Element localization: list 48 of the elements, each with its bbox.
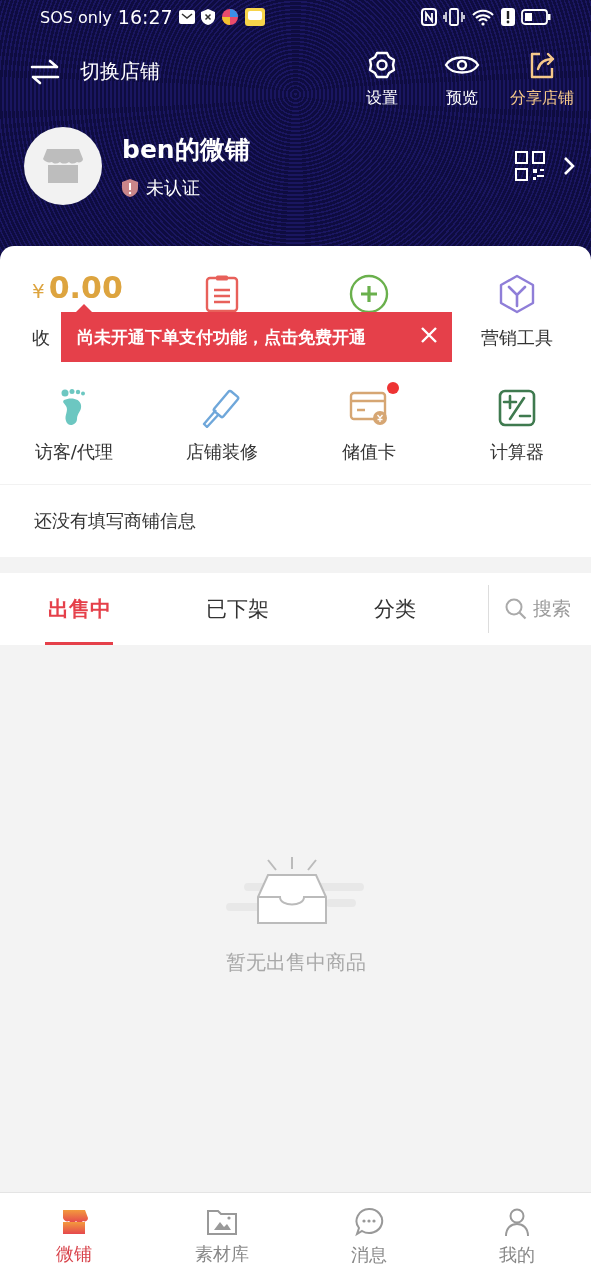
switch-arrows-icon xyxy=(30,58,60,85)
income-amount: ¥0.00 xyxy=(32,274,123,302)
header-action[interactable]: 预览 xyxy=(429,50,495,109)
tab[interactable]: 已下架 xyxy=(158,573,316,645)
search-icon xyxy=(505,598,527,620)
battery-icon xyxy=(521,9,551,25)
chevron-right-icon xyxy=(563,156,575,176)
tool-label: 收 xyxy=(32,326,50,350)
close-icon xyxy=(420,326,438,344)
cube-icon xyxy=(498,274,537,314)
app-icon xyxy=(220,8,239,26)
chat-bubble-icon xyxy=(354,1206,385,1237)
tool-label[interactable]: 店铺装修 xyxy=(185,440,258,464)
nav-tab[interactable]: 素材库 xyxy=(147,1193,296,1280)
store-name: ben的微铺 xyxy=(122,133,250,166)
nav-tab[interactable]: 我的 xyxy=(443,1193,591,1280)
header-action[interactable]: 分享店铺 xyxy=(509,50,575,109)
mail-icon xyxy=(178,10,195,24)
wifi-icon xyxy=(471,8,495,26)
tool-label[interactable]: 储值卡 xyxy=(342,440,397,464)
clock: 16:27 xyxy=(117,6,173,28)
verification-status: 未认证 xyxy=(146,175,200,200)
folder-image-icon xyxy=(205,1207,238,1236)
add-icon xyxy=(348,274,391,314)
nav-tab[interactable]: 消息 xyxy=(295,1193,444,1280)
notice-text[interactable]: 还没有填写商铺信息 xyxy=(0,484,591,557)
shield-icon xyxy=(200,9,215,25)
vibrate-icon xyxy=(443,8,465,26)
tool-label[interactable]: 营销工具 xyxy=(481,326,554,350)
switch-store-link[interactable]: 切换店铺 xyxy=(80,58,160,85)
warning-shield-icon xyxy=(122,178,138,197)
empty-state-text: 暂无出售中商品 xyxy=(225,949,366,976)
nav-tab[interactable]: 微铺 xyxy=(0,1193,148,1280)
header-action[interactable]: 设置 xyxy=(349,50,415,109)
app-icon xyxy=(244,8,265,26)
carrier-text: SOS only xyxy=(40,7,112,27)
tab[interactable]: 出售中 xyxy=(0,573,158,645)
qr-code-icon xyxy=(515,151,545,181)
card-icon xyxy=(349,390,390,426)
nfc-icon xyxy=(421,8,437,26)
calculator-icon xyxy=(498,389,537,427)
tool-label[interactable]: 访客/代理 xyxy=(34,440,113,464)
tab[interactable]: 分类 xyxy=(316,573,474,645)
payment-tooltip[interactable]: 尚未开通下单支付功能，点击免费开通 xyxy=(61,312,452,362)
storefront-icon xyxy=(43,149,83,183)
alert-icon xyxy=(501,8,515,26)
tool-label[interactable]: 计算器 xyxy=(490,440,545,464)
person-icon xyxy=(503,1206,532,1237)
